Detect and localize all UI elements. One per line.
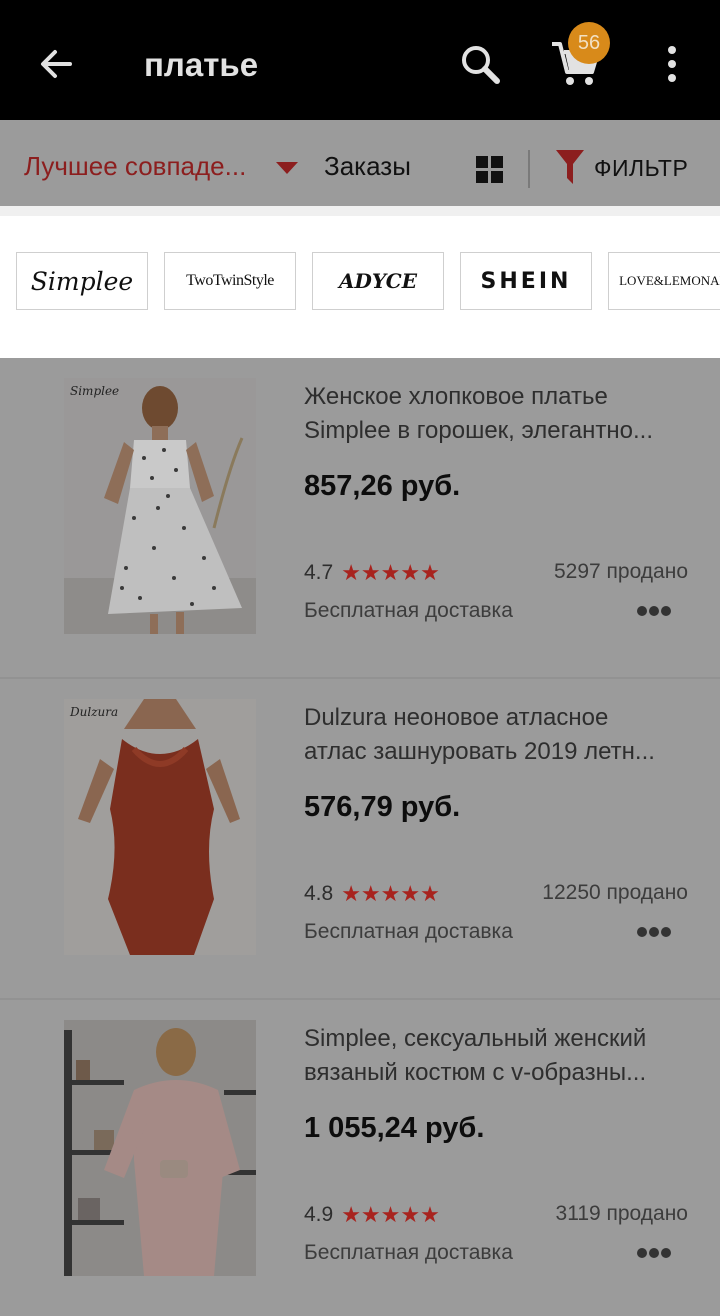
brand-label: LOVE&LEMONAD [619,273,720,288]
product-image[interactable]: Dulzura [64,699,256,955]
back-arrow-icon[interactable] [36,44,76,84]
product-rating: 4.8 ★★★★★ [304,881,440,907]
brand-love-lemonade[interactable]: LOVE&LEMONAD [608,252,720,310]
brand-label: ADYCE [339,269,417,293]
star-rating-icon: ★★★★★ [341,881,440,906]
brand-label: Simplee [30,266,134,296]
caret-down-icon[interactable] [276,162,298,174]
star-rating-icon: ★★★★★ [341,560,440,585]
divider [528,150,530,188]
search-query-title[interactable]: платье [144,44,258,86]
star-rating-icon: ★★★★★ [341,1202,440,1227]
product-rating: 4.9 ★★★★★ [304,1202,440,1228]
more-horizontal-icon[interactable] [636,1246,672,1258]
sold-count: 5297 продано [553,560,688,583]
sort-best-match[interactable]: Лучшее совпаде... [24,150,246,182]
product-card[interactable]: Simplee Женское хлопковое платье Simplee… [0,358,720,679]
brand-strip: Simplee TwoTwinStyle ADYCE SHEIN LOVE&LE… [0,206,720,358]
product-image[interactable]: Simplee [64,378,256,634]
product-card[interactable]: Simplee, сексуальный женский вязаный кос… [0,1000,720,1316]
product-title[interactable]: Женское хлопковое платье Simplee в горош… [304,380,696,448]
product-price: 857,26 руб. [304,470,461,502]
product-title-line: Женское хлопковое платье [304,383,608,410]
product-title-line: вязаный костюм с v-образны... [304,1059,647,1086]
search-icon[interactable] [458,42,502,86]
brand-adyce[interactable]: ADYCE [312,252,444,310]
shipping-label: Бесплатная доставка [304,920,513,943]
product-title-line: Simplee в горошек, элегантно... [304,417,653,444]
more-horizontal-icon[interactable] [636,604,672,616]
sort-bar: Лучшее совпаде... Заказы ФИЛЬТР [0,120,720,206]
product-title-line: Simplee, сексуальный женский [304,1025,647,1052]
product-title-line: атлас зашнуровать 2019 летн... [304,738,655,765]
filter-button[interactable]: ФИЛЬТР [594,154,688,182]
rating-value: 4.7 [304,561,334,584]
brand-twotwinstyle[interactable]: TwoTwinStyle [164,252,296,310]
product-title[interactable]: Simplee, сексуальный женский вязаный кос… [304,1022,696,1090]
product-list: Simplee Женское хлопковое платье Simplee… [0,358,720,1316]
filter-funnel-icon[interactable] [556,150,584,186]
more-horizontal-icon[interactable] [636,925,672,937]
rating-value: 4.8 [304,882,334,905]
product-card[interactable]: Dulzura Dulzura неоновое атласное атлас … [0,679,720,1000]
app-bar: платье 56 [0,0,720,120]
brand-label: TwoTwinStyle [186,272,274,289]
grid-view-icon[interactable] [476,156,504,184]
product-image[interactable] [64,1020,256,1276]
product-title-line: Dulzura неоновое атласное [304,704,609,731]
product-price: 1 055,24 руб. [304,1112,485,1144]
rating-value: 4.9 [304,1203,334,1226]
image-brand-mark: Simplee [70,384,120,398]
product-title[interactable]: Dulzura неоновое атласное атлас зашнуров… [304,701,696,769]
brand-label: SHEIN [480,268,572,294]
product-price: 576,79 руб. [304,791,461,823]
product-rating: 4.7 ★★★★★ [304,560,440,586]
more-vertical-icon[interactable] [660,44,684,84]
sort-orders[interactable]: Заказы [324,150,411,182]
sold-count: 12250 продано [542,881,688,904]
sold-count: 3119 продано [555,1202,688,1225]
brand-simplee[interactable]: Simplee [16,252,148,310]
image-brand-mark: Dulzura [70,705,119,719]
shipping-label: Бесплатная доставка [304,1241,513,1264]
shipping-label: Бесплатная доставка [304,599,513,622]
brand-shein[interactable]: SHEIN [460,252,592,310]
cart-count-badge: 56 [568,22,610,64]
